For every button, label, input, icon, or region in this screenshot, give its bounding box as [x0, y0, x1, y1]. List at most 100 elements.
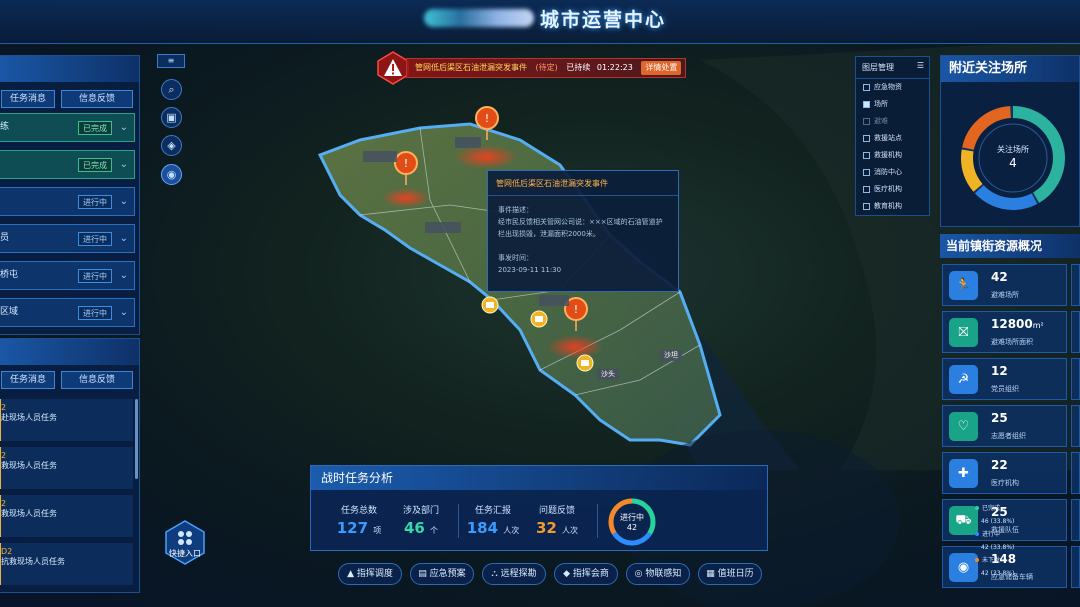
status-badge: 已完成	[78, 121, 112, 135]
task-item-5[interactable]: 桥屯 进行中 ⌄	[0, 261, 135, 290]
chevron-down-icon[interactable]: ⌄	[120, 225, 128, 252]
layer-toggle-3[interactable]: 避难	[856, 113, 929, 130]
map-place-label: 沙头	[597, 369, 619, 380]
place-marker[interactable]	[530, 310, 548, 334]
chevron-down-icon[interactable]: ⌄	[120, 262, 128, 289]
message-item-3[interactable]: 2 救现场人员任务	[0, 495, 133, 537]
nav-iot-sensing[interactable]: ◎ 物联感知	[626, 563, 690, 585]
task-item-2[interactable]: 已完成 ⌄	[0, 150, 135, 179]
message-item-1[interactable]: 2 赴现场人员任务	[0, 399, 133, 441]
layer-toggle-2[interactable]: 场所	[856, 96, 929, 113]
layer-toggle-4[interactable]: 救援站点	[856, 130, 929, 147]
checkbox[interactable]	[863, 169, 870, 176]
incident-marker[interactable]: !	[475, 106, 499, 140]
resource-value: 12800m²	[991, 317, 1044, 331]
resource-item-edge	[1071, 264, 1080, 306]
resources-title: 当前镇街资源概况	[940, 234, 1080, 258]
layers-icon: ◈	[167, 139, 176, 152]
filter-button[interactable]: ≡	[157, 54, 185, 68]
checkbox[interactable]	[863, 186, 870, 193]
resource-item[interactable]: 🏃 42 避难场所	[942, 264, 1067, 306]
map-place-label	[363, 151, 397, 162]
nav-command-meeting[interactable]: ◆ 指挥会商	[554, 563, 618, 585]
checkbox[interactable]	[863, 135, 870, 142]
place-marker[interactable]	[481, 296, 499, 320]
warning-icon	[377, 51, 409, 85]
resource-item[interactable]: ☭ 12 党员组织	[942, 358, 1067, 400]
place-marker[interactable]	[576, 354, 594, 378]
chevron-down-icon[interactable]: ⌄	[120, 299, 128, 326]
search-icon: ⌕	[168, 83, 175, 96]
resource-item[interactable]: ⛝ 12800m² 避难场所面积	[942, 311, 1067, 353]
resource-item-edge	[1071, 358, 1080, 400]
resource-label: 避难场所	[991, 291, 1019, 299]
tab-task-messages-2[interactable]: 任务消息	[1, 371, 55, 389]
resource-value: 42	[991, 270, 1008, 284]
task-analysis-panel: 战时任务分析 任务总数 127 项 涉及部门 46 个 任务汇报 184 人次 …	[310, 465, 1014, 577]
stat-departments: 涉及部门 46 个	[402, 506, 439, 537]
task-item-6[interactable]: 区域 进行中 ⌄	[0, 298, 135, 327]
toolbox-button[interactable]: ▣	[161, 107, 182, 128]
layer-toggle-5[interactable]: 救援机构	[856, 147, 929, 164]
checkbox[interactable]	[863, 152, 870, 159]
message-item-4[interactable]: D2 抗救现场人员任务	[0, 543, 133, 585]
status-badge: 进行中	[78, 195, 112, 209]
hospital-icon: ✚	[949, 459, 978, 488]
search-button[interactable]: ⌕	[161, 79, 182, 100]
incident-popup[interactable]: 管网低后渠区石油泄漏突发事件 事件描述： 经市民反馈相关管网公司说：×××区域的…	[487, 170, 679, 292]
nav-emergency-plan[interactable]: ▤ 应急预案	[410, 563, 474, 585]
status-badge: 进行中	[78, 269, 112, 283]
legend-completed: 已完成46 (33.8%)	[975, 502, 1014, 528]
resource-value: 25	[991, 411, 1008, 425]
map-place-label	[455, 137, 481, 148]
plan-icon: ▤	[418, 569, 430, 579]
menu-icon[interactable]: ☰	[917, 61, 924, 70]
chevron-down-icon[interactable]: ⌄	[120, 114, 128, 141]
nav-duty-calendar[interactable]: ▦ 值班日历	[698, 563, 762, 585]
layer-toggle-6[interactable]: 消防中心	[856, 164, 929, 181]
task-item-3[interactable]: 进行中 ⌄	[0, 187, 135, 216]
layers-button[interactable]: ◈	[161, 135, 182, 156]
resource-item[interactable]: ✚ 22 医疗机构	[942, 452, 1067, 494]
scrollbar[interactable]	[135, 399, 138, 479]
popup-desc: 经市民反馈相关管网公司说：×××区域的石油管道护栏出现损毁，泄漏面积2000米。	[498, 218, 663, 238]
status-badge: 进行中	[78, 232, 112, 246]
layer-toggle-1[interactable]: 应急物资	[856, 79, 929, 96]
resource-item-edge	[1071, 311, 1080, 353]
status-badge: 进行中	[78, 306, 112, 320]
chevron-down-icon[interactable]: ⌄	[120, 151, 128, 178]
layer-manager: 图层管理 ☰ 应急物资 场所 避难 救援站点 救援机构 消防中心 医疗机构 教育机…	[855, 56, 930, 216]
nav-remote-survey[interactable]: ⛬ 远程探勘	[482, 563, 546, 585]
message-item-2[interactable]: 2 救现场人员任务	[0, 447, 133, 489]
layer-toggle-8[interactable]: 教育机构	[856, 198, 929, 215]
chevron-down-icon[interactable]: ⌄	[120, 188, 128, 215]
alarm-title: 管网低后渠区石油泄漏突发事件	[415, 63, 527, 72]
app-root: 城市运营中心 任务消息 信息反馈 练已完成 ⌄ 已完成 ⌄ 进行中 ⌄ 员进行中 ⌄ 桥…	[0, 0, 1080, 607]
tab-task-messages[interactable]: 任务消息	[1, 90, 55, 108]
alarm-detail-button[interactable]: 详情处置	[641, 61, 682, 75]
task-item-1[interactable]: 练已完成 ⌄	[0, 113, 135, 142]
places-center-label: 关注场所	[997, 145, 1029, 154]
incident-marker[interactable]: !	[394, 151, 418, 185]
resource-item-edge	[1071, 546, 1080, 588]
nearby-places-title: 附近关注场所	[941, 56, 1079, 82]
alarm-bar[interactable]: 管网低后渠区石油泄漏突发事件 (待定) 已持续 01:22:23 详情处置	[376, 51, 686, 85]
checkbox[interactable]	[863, 118, 870, 125]
tab-info-feedback-2[interactable]: 信息反馈	[61, 371, 133, 389]
checkbox[interactable]	[863, 203, 870, 210]
layer-toggle-7[interactable]: 医疗机构	[856, 181, 929, 198]
ring-center-label: 进行中	[620, 513, 644, 522]
task-item-4[interactable]: 员进行中 ⌄	[0, 224, 135, 253]
dispatch-icon: ▲	[347, 569, 357, 579]
stat-feedback: 问题反馈 32 人次	[535, 506, 579, 537]
quick-entry-button[interactable]: 快捷入口	[165, 520, 205, 565]
resource-label: 志愿者组织	[991, 432, 1026, 440]
tab-info-feedback[interactable]: 信息反馈	[61, 90, 133, 108]
nav-command-dispatch[interactable]: ▲ 指挥调度	[338, 563, 402, 585]
fire-truck-icon: ◉	[949, 553, 978, 582]
alarm-banner: 管网低后渠区石油泄漏突发事件 (待定) 已持续 01:22:23 详情处置	[406, 58, 686, 78]
assistant-button[interactable]: ◉	[161, 164, 182, 185]
checkbox[interactable]	[863, 101, 870, 108]
checkbox[interactable]	[863, 84, 870, 91]
resource-item[interactable]: ♡ 25 志愿者组织	[942, 405, 1067, 447]
